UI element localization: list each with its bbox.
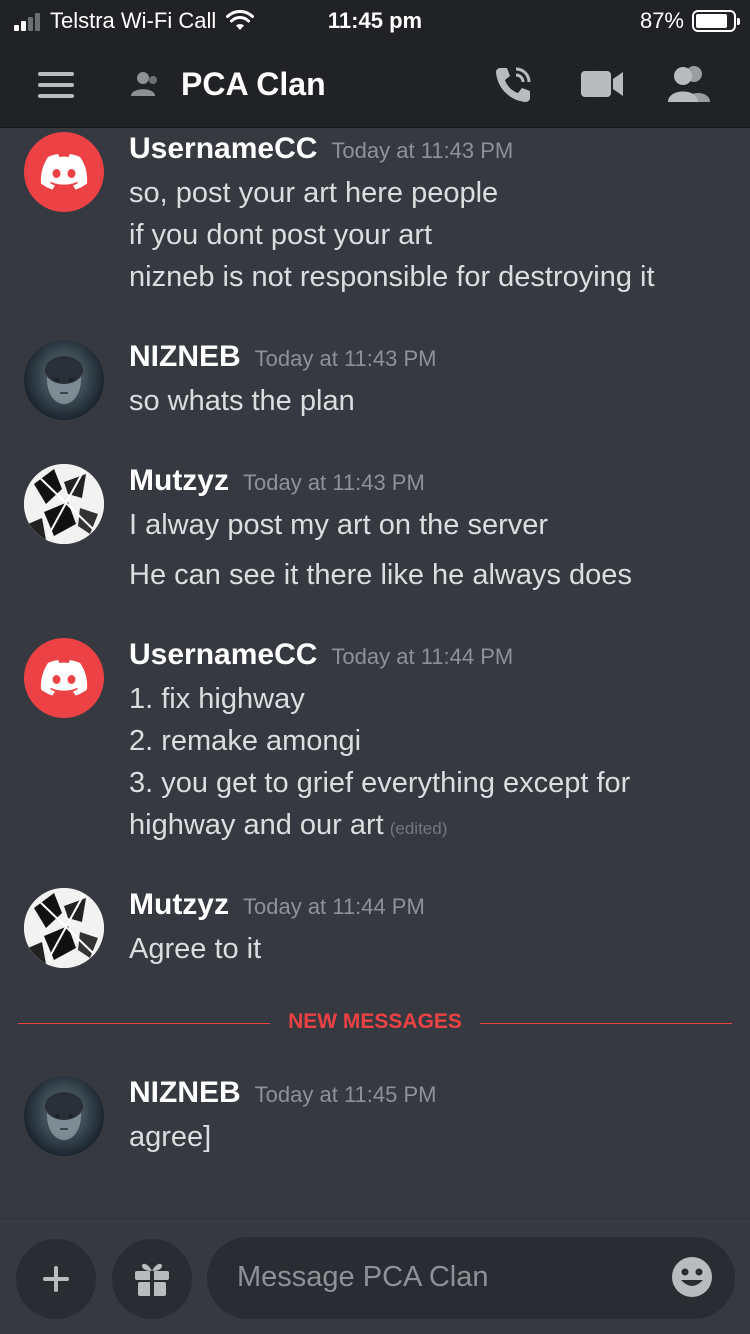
call-icon[interactable] [492,64,534,106]
message-header: NIZNEB Today at 11:43 PM [129,340,436,374]
message-header: Mutzyz Today at 11:44 PM [129,888,425,922]
avatar[interactable] [24,888,104,968]
message-composer: Message PCA Clan [0,1218,750,1334]
author-name[interactable]: Mutzyz [129,888,229,921]
status-right: 87% [639,8,740,34]
message-text: so whats the plan [129,385,355,417]
message-text: so, post your art here people [129,177,499,209]
video-icon[interactable] [580,68,624,100]
message-header: NIZNEB Today at 11:45 PM [129,1076,436,1110]
message-header: UsernameCC Today at 11:43 PM [129,132,513,166]
author-name[interactable]: NIZNEB [129,340,241,373]
message-input[interactable]: Message PCA Clan [207,1237,735,1319]
battery-fill [696,14,728,28]
avatar[interactable] [24,1076,104,1156]
message-text: 1. fix highway [129,683,305,715]
gift-button[interactable] [112,1239,192,1319]
timestamp: Today at 11:43 PM [331,138,514,163]
timestamp: Today at 11:45 PM [254,1082,437,1107]
battery-icon [692,10,740,32]
author-name[interactable]: UsernameCC [129,132,317,165]
message-text: He can see it there like he always does [129,559,632,591]
avatar[interactable] [24,340,104,420]
face-photo-icon [45,1092,83,1140]
author-name[interactable]: UsernameCC [129,638,317,671]
channel-title: PCA Clan [181,66,326,102]
avatar[interactable] [24,464,104,544]
discord-logo-icon [40,660,88,696]
new-messages-divider: NEW MESSAGES [18,1008,732,1038]
face-photo-icon [45,356,83,404]
hamburger-menu-icon[interactable] [38,72,74,98]
message-text-segment: highway and our art [129,809,384,841]
plus-icon [43,1266,69,1292]
emoji-icon[interactable] [671,1256,713,1298]
message-header: UsernameCC Today at 11:44 PM [129,638,513,672]
discord-logo-icon [40,154,88,190]
timestamp: Today at 11:43 PM [243,470,425,495]
timestamp: Today at 11:43 PM [254,346,437,371]
message-text: Agree to it [129,933,262,965]
message-text: if you dont post your art [129,219,433,251]
add-attachment-button[interactable] [16,1239,96,1319]
edited-label: (edited) [389,819,448,838]
gift-icon [135,1263,169,1296]
manga-art-icon [24,464,104,544]
avatar[interactable] [24,132,104,212]
message-text: highway and our art (edited) [129,809,447,842]
message-text: I alway post my art on the server [129,509,549,541]
timestamp: Today at 11:44 PM [243,894,425,919]
message-text: 2. remake amongi [129,725,362,757]
author-name[interactable]: NIZNEB [129,1076,241,1109]
status-time: 11:45 pm [327,8,423,33]
status-bar: Telstra Wi-Fi Call 11:45 pm 87% [0,0,750,42]
manga-art-icon [24,888,104,968]
battery-percent: 87% [639,8,684,33]
avatar[interactable] [24,638,104,718]
dm-person-icon [131,72,157,96]
message-header: Mutzyz Today at 11:43 PM [129,464,425,498]
author-name[interactable]: Mutzyz [129,464,229,497]
timestamp: Today at 11:44 PM [331,644,514,669]
message-text: nizneb is not responsible for destroying… [129,261,655,293]
message-text: 3. you get to grief everything except fo… [129,767,631,799]
members-icon[interactable] [666,64,712,104]
new-messages-label: NEW MESSAGES [274,1010,476,1033]
message-list[interactable]: UsernameCC Today at 11:43 PM so, post you… [0,128,750,1218]
message-input-placeholder: Message PCA Clan [237,1261,489,1293]
channel-header: PCA Clan [0,42,750,128]
message-text: agree] [129,1121,212,1153]
